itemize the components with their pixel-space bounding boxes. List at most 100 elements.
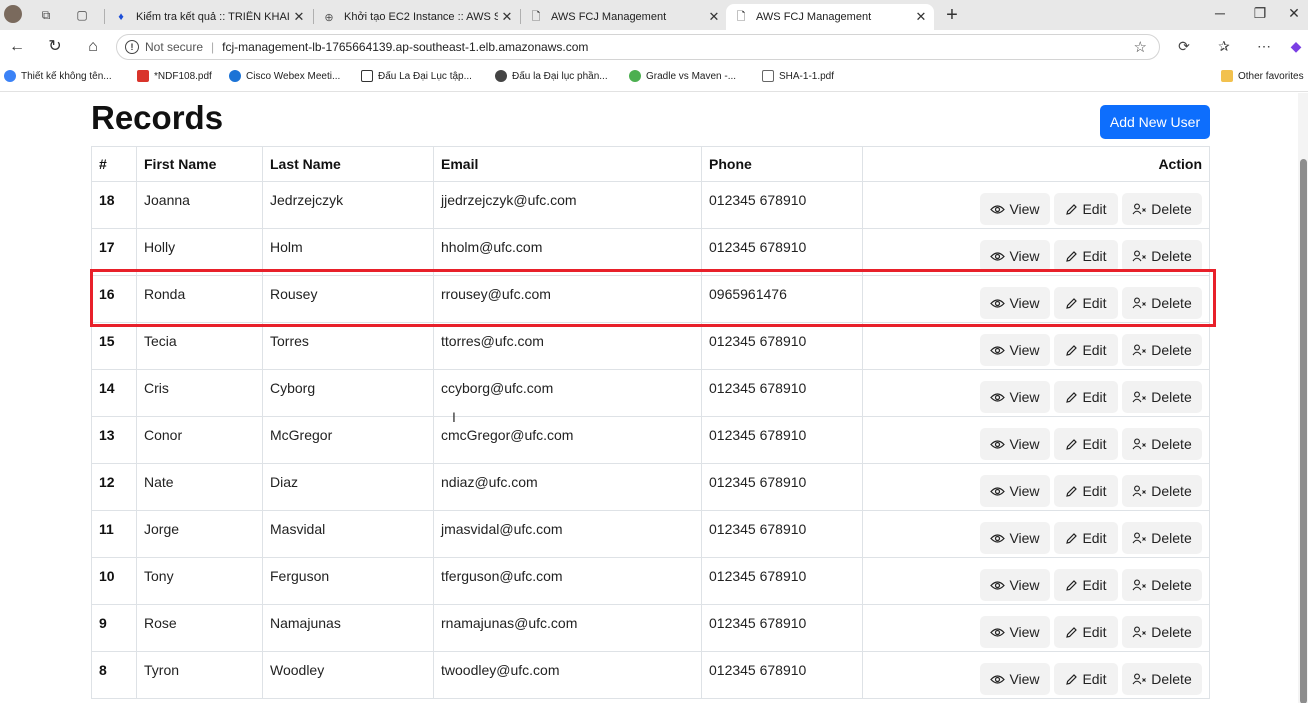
view-button[interactable]: View	[980, 616, 1050, 648]
delete-button[interactable]: Delete	[1122, 381, 1202, 413]
tab-1[interactable]: ♦ Kiểm tra kết quả :: TRIỂN KHAI ỨNG ✕	[106, 4, 312, 30]
home-icon[interactable]: ⌂	[82, 36, 104, 58]
cell-id: 15	[91, 322, 137, 370]
bookmark-7[interactable]: SHA-1-1.pdf	[762, 70, 834, 82]
delete-button[interactable]: Delete	[1122, 522, 1202, 554]
tab-2-title: Khởi tạo EC2 Instance :: AWS Syst	[344, 11, 498, 23]
tab-2[interactable]: ⊕ Khởi tạo EC2 Instance :: AWS Syst ✕	[314, 4, 520, 30]
favorites-icon[interactable]: ✰	[1214, 38, 1234, 55]
scrollbar[interactable]	[1298, 93, 1308, 703]
close-icon[interactable]: ✕	[705, 9, 723, 25]
edit-button[interactable]: Edit	[1054, 475, 1118, 507]
delete-button[interactable]: Delete	[1122, 616, 1202, 648]
bookmark-4[interactable]: Đấu La Đại Lục tập...	[361, 70, 472, 82]
close-icon[interactable]: ✕	[912, 9, 930, 25]
extensions-icon[interactable]: ⟳	[1174, 38, 1194, 55]
bookmark-2[interactable]: *NDF108.pdf	[137, 70, 212, 82]
view-button[interactable]: View	[980, 475, 1050, 507]
view-button[interactable]: View	[980, 428, 1050, 460]
delete-button[interactable]: Delete	[1122, 193, 1202, 225]
cell-first-name: Cris	[136, 369, 263, 417]
view-button[interactable]: View	[980, 334, 1050, 366]
edit-button[interactable]: Edit	[1054, 334, 1118, 366]
minimize-icon[interactable]: ─	[1210, 5, 1230, 21]
favorite-star-icon[interactable]: ☆	[1134, 38, 1147, 56]
edit-label: Edit	[1082, 201, 1107, 217]
delete-button[interactable]: Delete	[1122, 428, 1202, 460]
bookmark-5[interactable]: Đấu la Đại lục phần...	[495, 70, 608, 82]
window-close-icon[interactable]: ✕	[1284, 5, 1304, 22]
cell-last-name: Jedrzejczyk	[262, 181, 434, 229]
workspaces-icon[interactable]: ⧉	[38, 7, 54, 23]
edit-button[interactable]: Edit	[1054, 193, 1118, 225]
delete-label: Delete	[1151, 436, 1192, 452]
table-row: 15 Tecia Torres ttorres@ufc.com 012345 6…	[91, 322, 1210, 370]
view-button[interactable]: View	[980, 381, 1050, 413]
edit-button[interactable]: Edit	[1054, 287, 1118, 319]
table-row: 8 Tyron Woodley twoodley@ufc.com 012345 …	[91, 651, 1210, 699]
tab-3[interactable]: 🗋 AWS FCJ Management ✕	[521, 4, 727, 30]
other-favorites[interactable]: Other favorites	[1221, 70, 1304, 82]
view-button[interactable]: View	[980, 287, 1050, 319]
copilot-icon[interactable]: ◆	[1286, 38, 1306, 55]
delete-button[interactable]: Delete	[1122, 240, 1202, 272]
delete-button[interactable]: Delete	[1122, 569, 1202, 601]
url-text[interactable]: fcj-management-lb-1765664139.ap-southeas…	[222, 40, 588, 54]
globe-icon: ⊕	[324, 11, 334, 24]
view-button[interactable]: View	[980, 193, 1050, 225]
webex-icon	[229, 70, 241, 82]
edit-button[interactable]: Edit	[1054, 381, 1118, 413]
cell-id: 17	[91, 228, 137, 276]
tab-actions-icon[interactable]: ▢	[74, 7, 90, 23]
address-bar[interactable]: ! Not secure | fcj-management-lb-1765664…	[116, 34, 1160, 60]
view-label: View	[1009, 671, 1040, 687]
add-new-user-button[interactable]: Add New User	[1100, 105, 1210, 139]
delete-button[interactable]: Delete	[1122, 334, 1202, 366]
more-menu-icon[interactable]: ⋯	[1254, 38, 1274, 55]
view-button[interactable]: View	[980, 240, 1050, 272]
delete-button[interactable]: Delete	[1122, 475, 1202, 507]
delete-button[interactable]: Delete	[1122, 287, 1202, 319]
new-tab-button[interactable]: +	[942, 4, 962, 26]
pencil-icon	[1066, 626, 1078, 638]
view-button[interactable]: View	[980, 569, 1050, 601]
edit-button[interactable]: Edit	[1054, 240, 1118, 272]
view-button[interactable]: View	[980, 663, 1050, 695]
close-icon[interactable]: ✕	[498, 9, 516, 25]
edit-button[interactable]: Edit	[1054, 663, 1118, 695]
bookmark-1[interactable]: Thiết kế không tên...	[4, 70, 112, 82]
edit-button[interactable]: Edit	[1054, 522, 1118, 554]
restore-icon[interactable]: ❐	[1250, 5, 1270, 22]
view-button[interactable]: View	[980, 522, 1050, 554]
cell-email: rnamajunas@ufc.com	[433, 604, 702, 652]
pencil-icon	[1066, 673, 1078, 685]
edit-button[interactable]: Edit	[1054, 428, 1118, 460]
edit-button[interactable]: Edit	[1054, 616, 1118, 648]
eye-icon	[990, 674, 1006, 684]
bookmarks-bar: Thiết kế không tên... *NDF108.pdf Cisco …	[0, 64, 1308, 92]
refresh-icon[interactable]: ↻	[44, 36, 66, 58]
remove-user-icon	[1132, 438, 1147, 450]
tab-4-active[interactable]: 🗋 AWS FCJ Management ✕	[726, 4, 934, 30]
cell-phone: 0965961476	[701, 275, 863, 323]
scrollbar-thumb[interactable]	[1300, 159, 1307, 703]
page-viewport: Records Add New User # First Name Last N…	[0, 93, 1308, 703]
delete-button[interactable]: Delete	[1122, 663, 1202, 695]
back-icon[interactable]: ←	[6, 36, 28, 58]
cell-last-name: McGregor	[262, 416, 434, 464]
cell-last-name: Ferguson	[262, 557, 434, 605]
profile-avatar[interactable]	[4, 5, 22, 23]
pencil-icon	[1066, 532, 1078, 544]
page-icon	[762, 70, 774, 82]
security-label[interactable]: Not secure	[145, 40, 203, 54]
bookmark-label: Đấu la Đại lục phần...	[512, 70, 608, 82]
cell-email: ttorres@ufc.com	[433, 322, 702, 370]
edit-button[interactable]: Edit	[1054, 569, 1118, 601]
bookmark-3[interactable]: Cisco Webex Meeti...	[229, 70, 340, 82]
edit-label: Edit	[1082, 671, 1107, 687]
bookmark-6[interactable]: Gradle vs Maven -...	[629, 70, 736, 82]
warning-icon[interactable]: !	[125, 40, 139, 54]
close-icon[interactable]: ✕	[290, 9, 308, 25]
pencil-icon	[1066, 438, 1078, 450]
remove-user-icon	[1132, 532, 1147, 544]
